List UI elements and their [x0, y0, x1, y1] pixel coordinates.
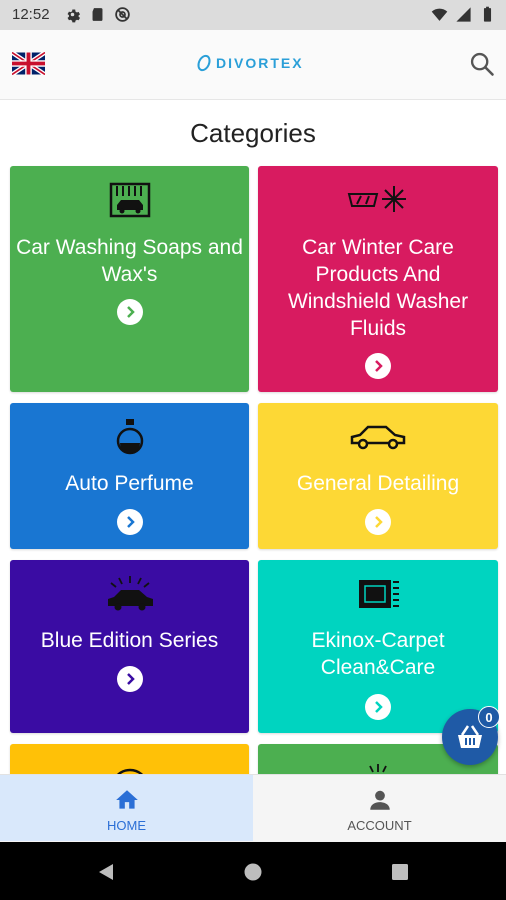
bottom-navigation: HOME ACCOUNT [0, 774, 506, 842]
category-tile-auto-perfume[interactable]: Auto Perfume [10, 403, 249, 549]
category-tile-car-washing[interactable]: Car Washing Soaps and Wax's [10, 166, 249, 392]
brand-logo: DIVORTEX [196, 54, 304, 72]
category-title: Car Winter Care Products And Windshield … [287, 236, 469, 340]
category-title: Auto Perfume [65, 472, 194, 495]
category-tile-general-detailing[interactable]: General Detailing [258, 403, 498, 549]
at-sign-icon [115, 7, 130, 22]
chevron-right-icon[interactable] [116, 299, 143, 325]
page-title: Categories [190, 118, 316, 148]
chevron-right-icon[interactable] [365, 353, 391, 379]
car-wash-icon [109, 182, 150, 218]
back-icon[interactable] [96, 862, 116, 882]
carpet-icon [359, 580, 399, 608]
category-tile-winter-care[interactable]: Car Winter Care Products And Windshield … [258, 166, 498, 392]
chevron-right-icon[interactable] [116, 666, 143, 692]
app-bar: DIVORTEX [0, 30, 506, 100]
logo-text: DIVORTEX [216, 55, 304, 71]
battery-icon [483, 6, 492, 22]
status-time: 12:52 [12, 6, 50, 23]
search-icon[interactable] [468, 50, 496, 78]
uk-flag-icon[interactable] [12, 52, 45, 75]
category-title: Ekinox-Carpet Clean&Care [311, 629, 445, 679]
nav-account[interactable]: ACCOUNT [253, 775, 506, 841]
account-icon [369, 790, 390, 810]
home-circle-icon[interactable] [243, 862, 263, 882]
signal-icon [456, 7, 471, 22]
status-bar: 12:52 [0, 0, 506, 30]
category-tile-blue-edition[interactable]: Blue Edition Series [10, 560, 249, 733]
sd-card-icon [92, 8, 103, 21]
chevron-right-icon[interactable] [116, 509, 143, 535]
system-navigation-bar [0, 842, 506, 900]
nav-home[interactable]: HOME [0, 775, 253, 841]
gear-icon [67, 9, 81, 23]
category-title: Blue Edition Series [40, 629, 219, 652]
wifi-icon [431, 8, 448, 21]
recents-icon[interactable] [390, 862, 410, 882]
nav-home-label: HOME [107, 818, 146, 833]
chevron-right-icon[interactable] [365, 694, 391, 720]
cart-count-badge: 0 [478, 706, 500, 728]
windshield-snowflake-icon [347, 186, 406, 212]
car-shine-icon [107, 576, 153, 611]
category-tile-ekinox-carpet[interactable]: Ekinox-Carpet Clean&Care [258, 560, 498, 733]
category-title: General Detailing [296, 472, 460, 495]
nav-account-label: ACCOUNT [347, 818, 412, 833]
home-icon [115, 790, 138, 809]
car-outline-icon [350, 425, 406, 450]
category-title: Car Washing Soaps and Wax's [16, 236, 243, 286]
chevron-right-icon[interactable] [365, 509, 391, 535]
perfume-bottle-icon [116, 419, 143, 455]
logo-mark-icon [197, 54, 211, 72]
